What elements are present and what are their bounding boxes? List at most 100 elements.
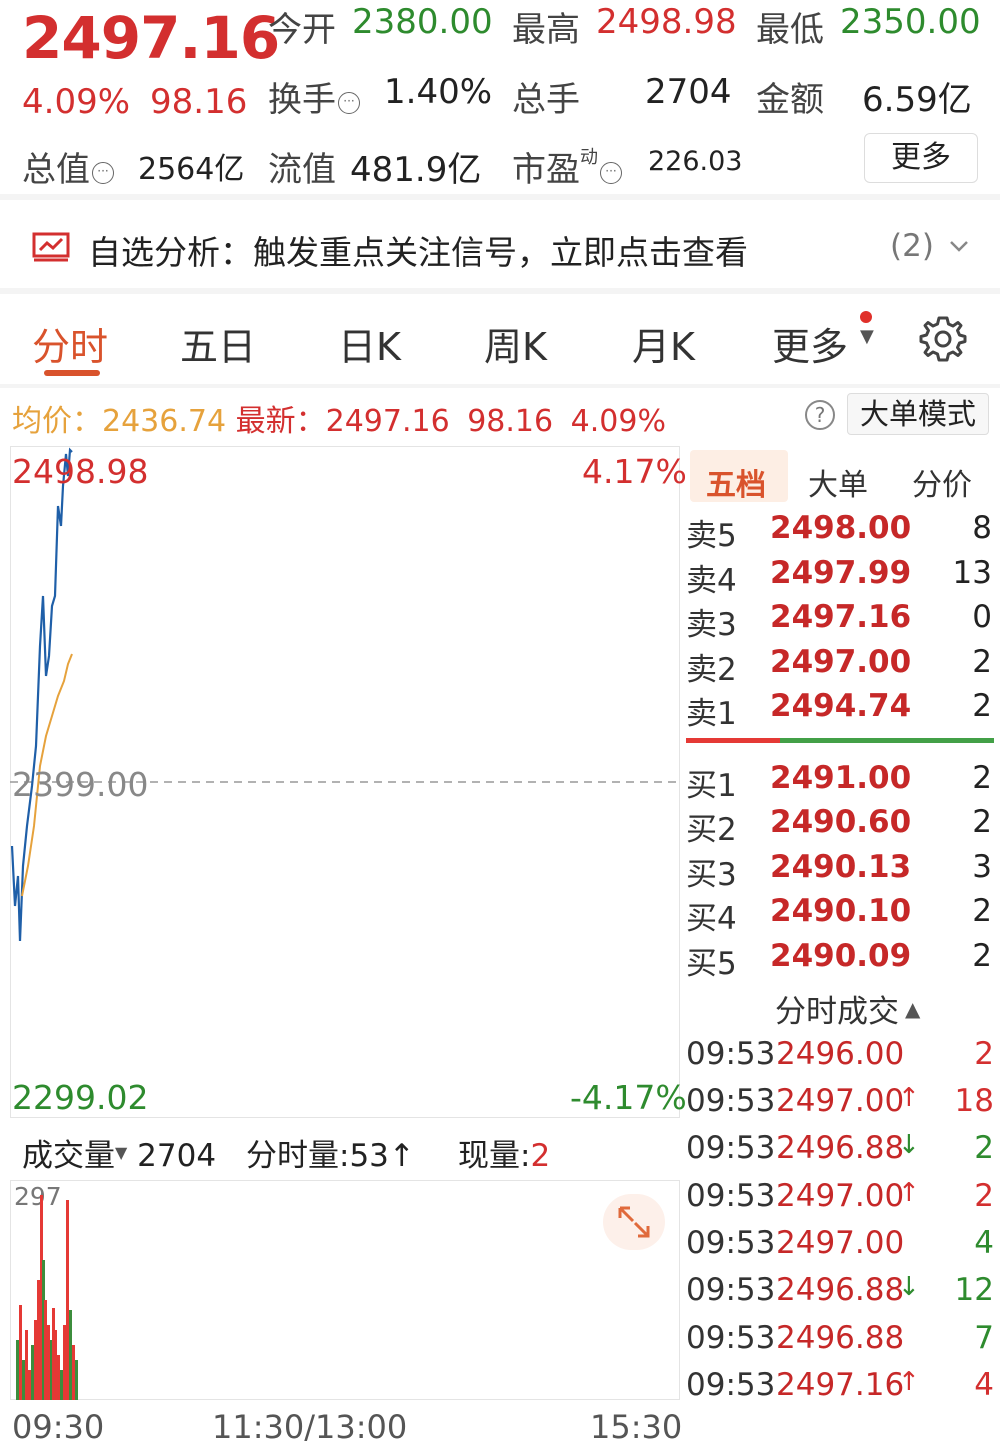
trade-qty: 18 (954, 1083, 994, 1119)
volume-bar (66, 1200, 69, 1400)
volume-bar (34, 1320, 37, 1400)
info-icon[interactable]: ··· (92, 162, 114, 184)
high-label: 最高 (512, 10, 580, 50)
volume-bars (16, 1195, 78, 1400)
trade-row: 09:53 2496.88 ↓ 2 (686, 1130, 996, 1176)
trade-time: 09:53 (686, 1130, 776, 1166)
trade-qty: 7 (974, 1320, 994, 1356)
float-label: 流值 (268, 150, 336, 190)
analysis-text: 自选分析：触发重点关注信号，立即点击查看 (88, 233, 748, 272)
trade-time: 09:53 (686, 1320, 776, 1356)
volume-label: 总手 (512, 80, 580, 120)
help-icon[interactable]: ? (805, 400, 835, 430)
trade-price: 2497.00 (776, 1083, 905, 1119)
volume-bar (72, 1345, 75, 1400)
trade-time: 09:53 (686, 1272, 776, 1308)
dropdown-caret-icon: ▼ (860, 326, 874, 347)
ask-row-4: 卖4 2497.99 13 (686, 555, 992, 599)
tab-big-orders[interactable]: 大单 (808, 460, 868, 504)
mcap-value: 2564亿 (138, 152, 245, 187)
trade-row: 09:53 2496.88 ↓ 12 (686, 1272, 996, 1318)
volume-bar (44, 1300, 47, 1400)
info-icon[interactable]: ··· (338, 92, 360, 114)
volume-selector[interactable]: 成交量 (22, 1138, 115, 1174)
volume-bar (54, 1330, 57, 1400)
amount-value: 6.59亿 (862, 80, 972, 120)
pe-label: 市盈 (512, 150, 580, 190)
volume-bar (28, 1370, 31, 1400)
avg-label: 均价： (12, 404, 102, 439)
bid-row-3: 买3 2490.13 3 (686, 849, 992, 893)
volume-total: 2704 (137, 1138, 217, 1174)
volume-bar (69, 1310, 72, 1400)
latest-label: 最新： (235, 404, 326, 439)
trade-qty: 4 (974, 1225, 994, 1261)
bid-row-2: 买2 2490.60 2 (686, 804, 992, 848)
ask-row-2: 卖2 2497.00 2 (686, 644, 992, 688)
time-mid: 11:30/13:00 (212, 1408, 408, 1441)
low-label: 最低 (756, 10, 824, 50)
analysis-count: (2) (890, 228, 934, 264)
time-start: 09:30 (12, 1408, 105, 1441)
latest-value: 2497.16 (325, 404, 450, 439)
current-volume-value: 2 (530, 1138, 551, 1174)
volume-bar (22, 1360, 25, 1400)
turnover-label: 换手 (268, 80, 336, 120)
axis-top-price: 2498.98 (12, 452, 149, 491)
trade-time: 09:53 (686, 1367, 776, 1403)
axis-top-percent: 4.17% (582, 452, 687, 491)
trade-price: 2496.88 (776, 1272, 905, 1308)
volume-value: 2704 (645, 72, 732, 112)
big-order-mode-button[interactable]: 大单模式 (847, 393, 989, 435)
trade-price: 2497.00 (776, 1178, 905, 1214)
volume-bar (75, 1360, 78, 1400)
trade-arrow-icon: ↓ (898, 1272, 920, 1302)
tab-five-day[interactable]: 五日 (180, 316, 256, 371)
change-amount: 98.16 (150, 82, 248, 122)
chevron-down-icon[interactable] (948, 238, 970, 254)
pe-superscript: 动 (580, 147, 598, 168)
tab-weekly-k[interactable]: 周K (484, 316, 547, 371)
ask-row-5: 卖5 2498.00 8 (686, 510, 992, 554)
trade-qty: 2 (974, 1130, 994, 1166)
float-value: 481.9亿 (350, 150, 482, 190)
trade-row: 09:53 2496.00 2 (686, 1036, 996, 1082)
tab-price-distribution[interactable]: 分价 (912, 460, 972, 504)
minute-volume-label: 分时量: (246, 1138, 350, 1174)
trade-price: 2496.88 (776, 1320, 905, 1356)
trade-row: 09:53 2497.00 ↑ 2 (686, 1178, 996, 1224)
tab-more[interactable]: 更多 (772, 316, 848, 371)
ask-row-3: 卖3 2497.16 0 (686, 599, 992, 643)
volume-bar (57, 1355, 60, 1400)
tab-intraday[interactable]: 分时 (32, 316, 108, 371)
price-line (10, 447, 73, 942)
more-quote-button[interactable]: 更多 (864, 133, 978, 183)
volume-bar (25, 1330, 28, 1400)
latest-change: 98.16 (467, 404, 554, 439)
caret-up-icon: ▲ (905, 997, 921, 1021)
trade-qty: 2 (974, 1178, 994, 1214)
tab-daily-k[interactable]: 日K (338, 316, 401, 371)
gear-icon[interactable] (918, 314, 968, 364)
trade-arrow-icon: ↑ (898, 1367, 920, 1397)
expand-button[interactable] (603, 1194, 665, 1250)
trade-time: 09:53 (686, 1178, 776, 1214)
tab-monthly-k[interactable]: 月K (632, 316, 695, 371)
volume-bar (19, 1305, 22, 1400)
info-icon[interactable]: ··· (600, 162, 622, 184)
pe-value: 226.03 (648, 146, 743, 177)
trade-arrow-icon: ↓ (898, 1130, 920, 1160)
caret-down-icon[interactable]: ▼ (115, 1143, 127, 1162)
latest-percent: 4.09% (570, 404, 666, 439)
tab-order-book[interactable]: 五档 (706, 460, 766, 504)
volume-bar (37, 1280, 40, 1400)
low-value: 2350.00 (840, 2, 981, 42)
trade-row: 09:53 2496.88 7 (686, 1320, 996, 1366)
trade-time: 09:53 (686, 1083, 776, 1119)
trades-header[interactable]: 分时成交 ▲ (775, 986, 920, 1031)
current-volume-label: 现量: (458, 1138, 531, 1174)
bid-row-1: 买1 2491.00 2 (686, 760, 992, 804)
minute-volume-value: 53 (349, 1138, 389, 1174)
buy-sell-ratio-bar (686, 738, 994, 743)
trade-time: 09:53 (686, 1036, 776, 1072)
